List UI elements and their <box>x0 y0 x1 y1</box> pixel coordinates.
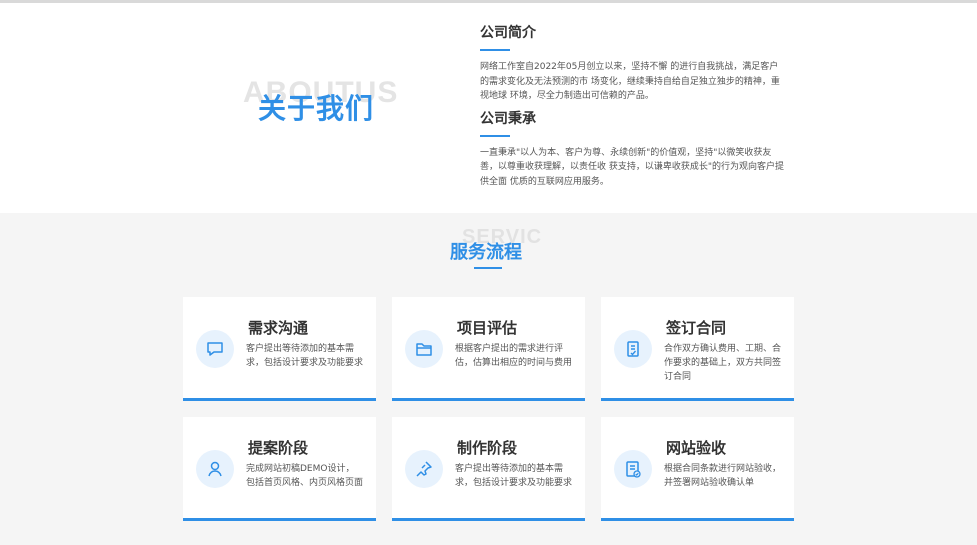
service-underline <box>474 267 502 269</box>
card-desc: 客户提出等待添加的基本需求，包括设计要求及功能要求 <box>455 464 573 488</box>
about-title: 关于我们 <box>258 92 375 125</box>
mission-underline <box>480 134 510 137</box>
about-text-column: 公司简介 网络工作室自2022年05月创立以来，坚持不懈 的进行自我挑战，满足客… <box>480 23 785 189</box>
card-title: 签订合同 <box>666 319 727 337</box>
service-title: 服务流程 <box>450 242 522 263</box>
folder-icon <box>405 330 443 368</box>
service-card-requirements[interactable]: 需求沟通 客户提出等待添加的基本需求，包括设计要求及功能要求 <box>183 297 376 401</box>
contract-icon <box>614 330 652 368</box>
service-card-contract[interactable]: 签订合同 合作双方确认费用、工期、合作要求的基础上，双方共同签订合同 <box>601 297 794 401</box>
card-desc: 完成网站初稿DEMO设计，包括首页风格、内页风格页面 <box>246 464 364 488</box>
card-desc: 客户提出等待添加的基本需求，包括设计要求及功能要求 <box>246 344 364 368</box>
card-desc: 根据客户提出的需求进行评估，估算出相应的时间与费用 <box>455 344 573 368</box>
card-title: 制作阶段 <box>457 439 518 457</box>
intro-text: 网络工作室自2022年05月创立以来，坚持不懈 的进行自我挑战，满足客户的需求变… <box>480 62 780 101</box>
service-card-proposal[interactable]: 提案阶段 完成网站初稿DEMO设计，包括首页风格、内页风格页面 <box>183 417 376 521</box>
card-title: 提案阶段 <box>248 439 309 457</box>
card-title: 网站验收 <box>666 439 727 457</box>
service-section: SERVIC 服务流程 需求沟通 客户提出等待添加的基本需求，包括设计要求及功能… <box>0 213 977 545</box>
pin-icon <box>405 450 443 488</box>
checklist-icon <box>614 450 652 488</box>
user-icon <box>196 450 234 488</box>
card-title: 项目评估 <box>457 319 518 337</box>
about-section: ABOUTUS 关于我们 公司简介 网络工作室自2022年05月创立以来，坚持不… <box>0 3 977 213</box>
intro-underline <box>480 49 510 51</box>
intro-title: 公司简介 <box>480 25 536 41</box>
service-card-acceptance[interactable]: 网站验收 根据合同条款进行网站验收，并签署网站验收确认单 <box>601 417 794 521</box>
chat-icon <box>196 330 234 368</box>
service-card-assessment[interactable]: 项目评估 根据客户提出的需求进行评估，估算出相应的时间与费用 <box>392 297 585 401</box>
service-card-production[interactable]: 制作阶段 客户提出等待添加的基本需求，包括设计要求及功能要求 <box>392 417 585 521</box>
card-desc: 根据合同条款进行网站验收，并签署网站验收确认单 <box>664 464 782 488</box>
mission-text: 一直秉承"以人为本、客户为尊、永续创新"的价值观，坚持"以微笑收获友善，以尊重收… <box>480 147 785 187</box>
card-title: 需求沟通 <box>248 319 309 337</box>
mission-title: 公司秉承 <box>480 110 536 127</box>
card-desc: 合作双方确认费用、工期、合作要求的基础上，双方共同签订合同 <box>664 344 782 382</box>
